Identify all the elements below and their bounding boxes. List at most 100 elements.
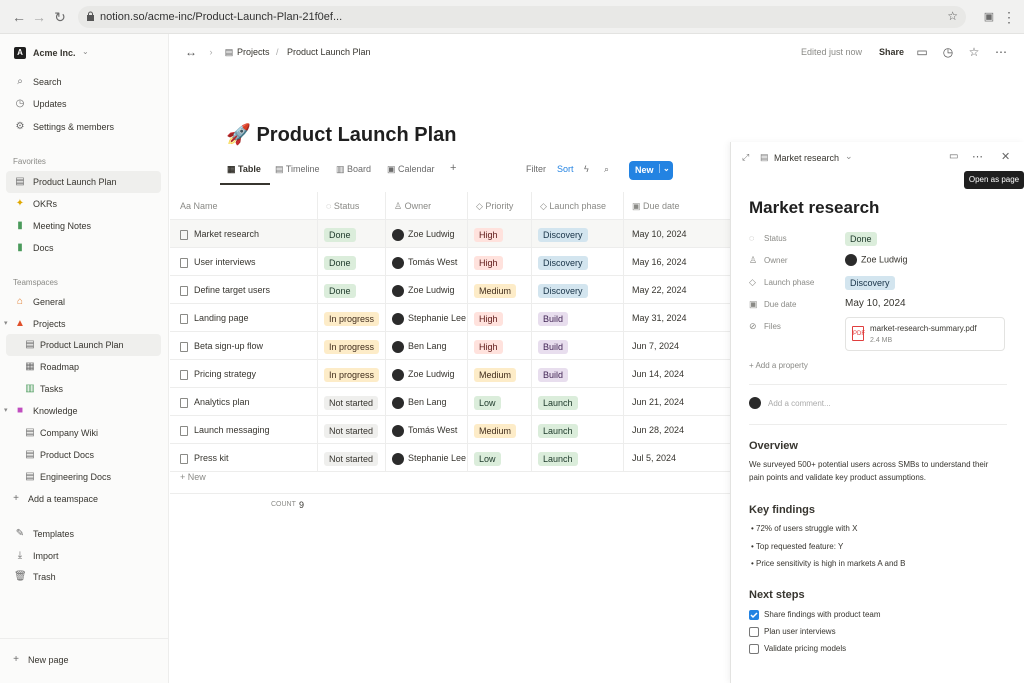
sidebar-item-meeting-notes[interactable]: ▮ Meeting Notes [0,215,169,237]
cell-priority[interactable]: Medium [468,416,532,444]
cell-name[interactable]: Press kit [170,444,318,472]
phase-value[interactable]: Discovery [845,276,895,290]
cell-due[interactable]: Jun 14, 2024 [624,360,730,388]
breadcrumb-projects[interactable]: Projects [237,47,270,57]
cell-due[interactable]: Jun 21, 2024 [624,388,730,416]
sidebar-item-templates[interactable]: ✎ Templates [0,523,169,545]
cell-name[interactable]: Pricing strategy [170,360,318,388]
workspace-switcher[interactable]: A Acme Inc. ⌄ [0,42,169,64]
cell-priority[interactable]: High [468,248,532,276]
cell-name[interactable]: User interviews [170,248,318,276]
chevron-down-icon[interactable]: ⌄ [845,151,853,162]
cell-phase[interactable]: Launch [532,388,624,416]
sidebar-item-import[interactable]: ⤓ Import [0,545,169,567]
sidebar-item-docs[interactable]: ▮ Docs [0,237,169,259]
tab-table[interactable]: ▦ Table [227,164,261,175]
bookmark-star-icon[interactable]: ☆ [947,9,958,23]
address-bar[interactable]: notion.so/acme-inc/Product-Launch-Plan-2… [78,6,966,28]
sidebar-item-engineering-docs[interactable]: ▤ Engineering Docs [0,466,169,488]
star-icon[interactable]: ☆ [967,45,981,59]
breadcrumb-current[interactable]: Product Launch Plan [287,47,371,57]
close-icon[interactable]: ✕ [1001,150,1010,163]
new-button[interactable]: New ⌄ [629,161,673,180]
table-row[interactable]: Launch messaging Not started Tomás West Med… [170,416,730,444]
sidebar-item-updates[interactable]: ◷ Updates [0,93,169,115]
cell-due[interactable]: May 22, 2024 [624,276,730,304]
table-row[interactable]: Landing page In progress Stephanie Lee High… [170,304,730,332]
cell-phase[interactable]: Discovery [532,248,624,276]
column-header-owner[interactable]: ♙ Owner [386,192,468,220]
tab-board[interactable]: ▥ Board [336,164,371,175]
chevron-down-icon[interactable]: ⌄ [659,164,670,173]
due-value[interactable]: May 10, 2024 [845,298,906,309]
sidebar-item-knowledge[interactable]: ▾ ■ Knowledge [0,400,169,422]
share-button[interactable]: Share [879,47,904,57]
cell-due[interactable]: May 16, 2024 [624,248,730,276]
column-header-priority[interactable]: ◇ Priority [468,192,532,220]
table-row[interactable]: Beta sign-up flow In progress Ben Lang High… [170,332,730,360]
cell-name[interactable]: Analytics plan [170,388,318,416]
checkbox-checked[interactable] [749,610,759,620]
expand-icon[interactable]: ⤢ [742,152,749,163]
comment-input[interactable]: Add a comment... [768,399,831,408]
sidebar-item-okrs[interactable]: ✦ OKRs [0,193,169,215]
table-row[interactable]: Pricing strategy In progress Zoe Ludwig Med… [170,360,730,388]
forward-icon[interactable]: → [30,8,48,26]
sidebar-item-product-docs[interactable]: ▤ Product Docs [0,444,169,466]
checkbox[interactable] [749,644,759,654]
cell-status[interactable]: Not started [318,388,386,416]
cell-due[interactable]: Jun 28, 2024 [624,416,730,444]
cell-name[interactable]: Beta sign-up flow [170,332,318,360]
add-property-button[interactable]: + Add a property [749,361,808,370]
cell-status[interactable]: In progress [318,360,386,388]
cell-status[interactable]: Done [318,220,386,248]
cell-priority[interactable]: High [468,332,532,360]
extension-icon[interactable]: ▣ [980,8,998,26]
browser-menu-icon[interactable]: ⋮ [1000,8,1018,26]
sort-button[interactable]: Sort [557,164,574,174]
comment-icon[interactable]: ▭ [915,45,929,59]
cell-due[interactable]: Jul 5, 2024 [624,444,730,472]
cell-owner[interactable]: Zoe Ludwig [386,360,468,388]
back-forward-icon[interactable]: ↔ [184,45,198,59]
sidebar-item-product-launch-plan[interactable]: ▤ Product Launch Plan [6,171,161,193]
new-page-button[interactable]: + New page [0,649,169,671]
cell-owner[interactable]: Tomás West [386,248,468,276]
filter-button[interactable]: Filter [526,164,546,174]
table-row[interactable]: Analytics plan Not started Ben Lang Low Laun… [170,388,730,416]
history-icon[interactable]: ◷ [941,45,955,59]
cell-owner[interactable]: Zoe Ludwig [386,276,468,304]
sidebar-item-roadmap[interactable]: ▦ Roadmap [0,356,169,378]
sidebar-item-product-launch-plan-nested[interactable]: ▤ Product Launch Plan [6,334,161,356]
sidebar-item-general[interactable]: ⌂ General [0,291,169,313]
checkbox[interactable] [749,627,759,637]
sidebar-item-search[interactable]: ⌕ Search [0,71,169,93]
owner-value[interactable]: Zoe Ludwig [845,254,908,266]
table-row[interactable]: Market research Done Zoe Ludwig High Discove… [170,220,730,248]
cell-owner[interactable]: Stephanie Lee [386,444,468,472]
cell-phase[interactable]: Launch [532,444,624,472]
cell-status[interactable]: Done [318,248,386,276]
cell-name[interactable]: Launch messaging [170,416,318,444]
comment-icon[interactable]: ▭ [949,151,958,162]
cell-priority[interactable]: Medium [468,360,532,388]
sidebar-item-company-wiki[interactable]: ▤ Company Wiki [0,422,169,444]
automation-icon[interactable]: ϟ [584,164,589,174]
column-header-due-date[interactable]: ▣ Due date [624,192,730,220]
cell-owner[interactable]: Zoe Ludwig [386,220,468,248]
tab-timeline[interactable]: ▤ Timeline [275,164,320,175]
cell-owner[interactable]: Ben Lang [386,388,468,416]
cell-owner[interactable]: Ben Lang [386,332,468,360]
column-header-status[interactable]: ◌ Status [318,192,386,220]
cell-owner[interactable]: Tomás West [386,416,468,444]
sidebar-item-settings[interactable]: ⚙ Settings & members [0,116,169,138]
sidebar-item-tasks[interactable]: ▥ Tasks [0,378,169,400]
cell-name[interactable]: Landing page [170,304,318,332]
cell-priority[interactable]: High [468,220,532,248]
back-icon[interactable]: ← [10,8,28,26]
sidebar-item-trash[interactable]: 🗑 Trash [0,566,169,588]
add-teamspace-button[interactable]: + Add a teamspace [0,488,169,510]
peek-breadcrumb[interactable]: Market research [774,153,839,163]
cell-status[interactable]: Not started [318,416,386,444]
cell-status[interactable]: Not started [318,444,386,472]
